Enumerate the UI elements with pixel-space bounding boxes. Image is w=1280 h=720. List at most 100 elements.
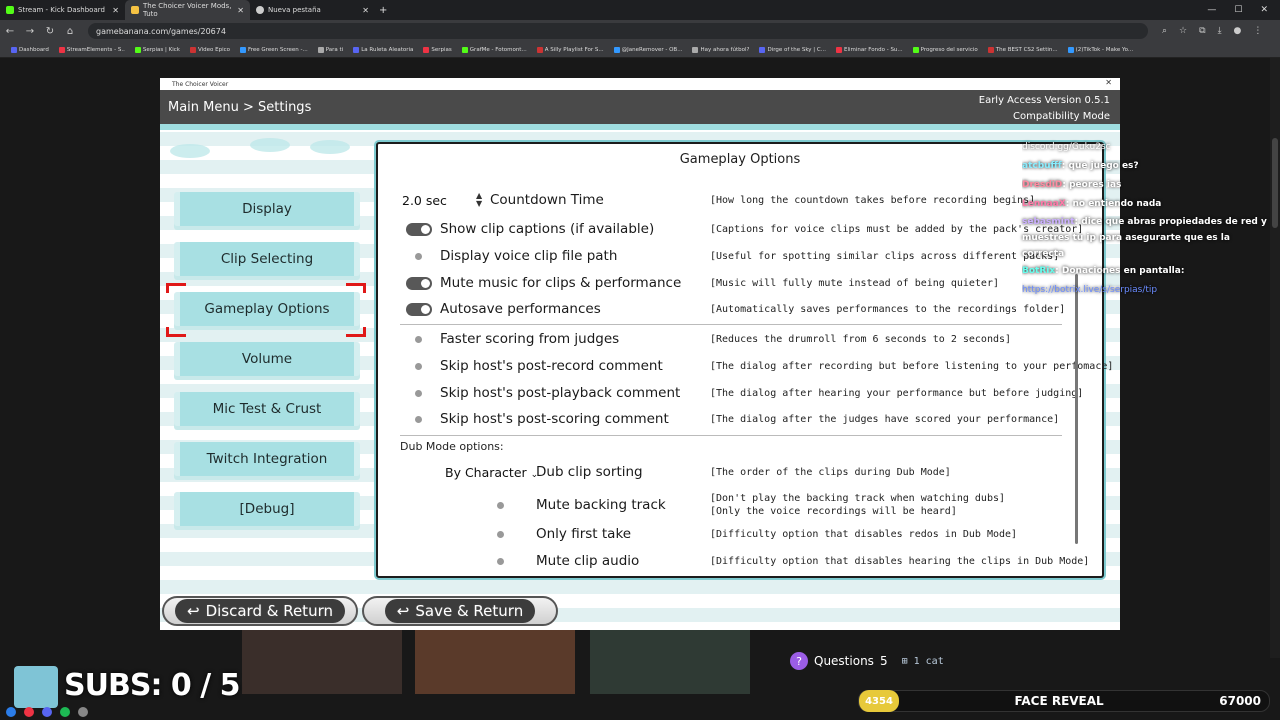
stream-chat: discord.gg/Guku2sc atcbufff: que juego e… [1022,138,1272,300]
minimize-icon[interactable]: — [1207,5,1216,15]
toggle-off[interactable] [415,362,422,370]
toggle-off[interactable] [415,389,422,397]
bookmark-item[interactable]: StreamElements - S.. [54,46,130,53]
setting-skip-post-playback: Skip host's post-playback comment [The d… [400,380,1083,406]
game-close-icon[interactable]: ✕ [1105,78,1112,87]
bookmark-item[interactable]: Video Epico [185,46,235,53]
toggle-switch-on[interactable] [406,302,432,316]
breadcrumb: Main Menu > Settings [168,100,312,115]
video-thumbnail[interactable] [242,630,402,694]
taskbar-app-icon[interactable] [78,707,88,717]
bookmark-item[interactable]: Dirge of the Sky | C... [754,46,831,53]
toggle-off[interactable] [415,252,422,260]
nav-clip-selecting-button[interactable]: Clip Selecting [174,242,360,276]
url-field[interactable]: gamebanana.com/games/20674 [88,23,1148,39]
settings-panel: Gameplay Options 2.0 sec ▲ ▼ Countdown Ti… [376,142,1113,578]
bookmark-item[interactable]: @JaneRemover - OB... [609,46,688,53]
chat-message: BotRix: Donaciones en pantalla: [1022,266,1185,276]
chat-link[interactable]: https://botrix.live/s/serpias/tip [1022,281,1272,300]
return-arrow-icon: ↩ [396,602,410,620]
forward-icon[interactable]: → [20,26,40,37]
toggle-switch-on[interactable] [406,222,432,236]
close-icon[interactable]: ✕ [237,6,244,15]
bookmark-item[interactable]: Progreso del servicio [908,46,983,53]
home-icon[interactable]: ⌂ [60,26,80,37]
profile-icon[interactable]: ● [1234,26,1242,36]
save-return-button[interactable]: ↩ Save & Return [362,596,558,626]
menu-icon[interactable]: ⋮ [1253,26,1262,36]
close-icon[interactable]: ✕ [362,6,369,15]
bookmark-icon [836,46,842,53]
bookmark-item[interactable]: Dashboard [6,46,54,53]
setting-show-clip-captions: Show clip captions (if available) [Capti… [400,216,1083,242]
toggle-off[interactable] [415,335,422,343]
chat-message: atcbufff: que juego es? [1022,161,1139,171]
bookmark-icon [613,46,620,53]
bookmark-item[interactable]: Serpias | Kick [130,46,185,53]
bookmark-item[interactable]: Eliminar Fondo - Su... [831,46,908,53]
countdown-spinbox[interactable]: 2.0 sec [402,193,447,208]
download-icon[interactable]: ⤓ [1218,26,1222,36]
bookmark-item[interactable]: Free Green Screen -... [235,46,313,53]
questions-widget: ? Questions 5 ⊞ 1 cat [790,652,944,670]
toggle-off[interactable] [497,557,504,565]
bookmark-item[interactable]: (2)TikTok - Make Yo... [1063,46,1139,53]
taskbar-app-icon[interactable] [60,707,70,717]
bookmark-item[interactable]: La Ruleta Aleatoria [348,46,418,53]
tab-new[interactable]: Nueva pestaña ✕ [250,0,375,20]
cat-count: ⊞ 1 cat [901,655,944,667]
close-icon[interactable]: ✕ [112,6,119,15]
toggle-off[interactable] [497,501,504,509]
tab-title: The Choicer Voicer Mods, Tuto [143,2,232,18]
bookmark-item[interactable]: GrafMe - Fotomont... [457,46,532,53]
window-close-icon[interactable]: ✕ [1260,5,1268,15]
subs-counter: SUBS: 0 / 5 [64,668,240,703]
reload-icon[interactable]: ↻ [40,26,60,37]
toggle-off[interactable] [415,415,422,423]
maximize-icon[interactable]: ☐ [1234,5,1242,15]
nav-display-button[interactable]: Display [174,192,360,226]
toggle-off[interactable] [497,530,504,538]
nav-twitch-integration-button[interactable]: Twitch Integration [174,442,360,476]
bookmark-icon [11,46,17,53]
setting-countdown-time: 2.0 sec ▲ ▼ Countdown Time [How long the … [402,191,1036,209]
toggle-switch-on[interactable] [406,276,432,290]
chat-message: LennaaX: no entiendo nada [1022,199,1162,209]
taskbar-app-icon[interactable] [42,707,52,717]
bookmark-icon [353,46,360,53]
bookmark-icon [423,46,430,53]
bookmark-icon [987,46,994,53]
nav-mic-test-button[interactable]: Mic Test & Crust [174,392,360,426]
bookmark-item[interactable]: A Silly Playlist For S... [532,46,609,53]
setting-mute-backing-track: Mute backing track [Don't play the backi… [400,490,1062,520]
back-icon[interactable]: ← [0,26,20,37]
nav-gameplay-options-button[interactable]: Gameplay Options [174,292,360,326]
dub-sort-dropdown[interactable]: By Character ⌄ [445,465,538,480]
extensions-icon[interactable]: ⧉ [1199,26,1205,36]
nav-volume-button[interactable]: Volume [174,342,360,376]
setting-display-file-path: Display voice clip file path [Useful for… [400,243,1062,269]
question-icon: ? [790,652,808,670]
tab-choicer-voicer[interactable]: The Choicer Voicer Mods, Tuto ✕ [125,0,250,20]
bookmark-icon [1067,46,1074,53]
panel-scrollbar[interactable] [1075,274,1078,544]
bookmark-item[interactable]: Para ti [313,46,349,53]
star-icon[interactable]: ☆ [1179,26,1187,36]
nav-debug-button[interactable]: [Debug] [174,492,360,526]
taskbar-app-icon[interactable] [24,707,34,717]
taskbar-app-icon[interactable] [6,707,16,717]
zoom-icon[interactable]: ⌕ [1162,26,1167,36]
bookmark-icon [461,46,468,53]
bookmark-item[interactable]: The BEST CS2 Settin... [983,46,1063,53]
video-thumbnail[interactable] [590,630,750,694]
video-thumbnail[interactable] [415,630,575,694]
spinner-arrows-icon[interactable]: ▲ ▼ [476,192,482,208]
streamer-avatar [14,666,58,708]
tab-kick-dashboard[interactable]: Stream - Kick Dashboard ✕ [0,0,125,20]
new-tab-button[interactable]: + [375,5,387,16]
discard-return-button[interactable]: ↩ Discard & Return [162,596,358,626]
bookmark-item[interactable]: Hay ahora fútbol? [687,46,754,53]
setting-mute-clip-audio: Mute clip audio [Difficulty option that … [400,548,1089,574]
address-bar-row: ← → ↻ ⌂ gamebanana.com/games/20674 ⌕ ☆ ⧉ ⤓ ●… [0,20,1280,42]
bookmark-item[interactable]: Serpias [418,46,456,53]
